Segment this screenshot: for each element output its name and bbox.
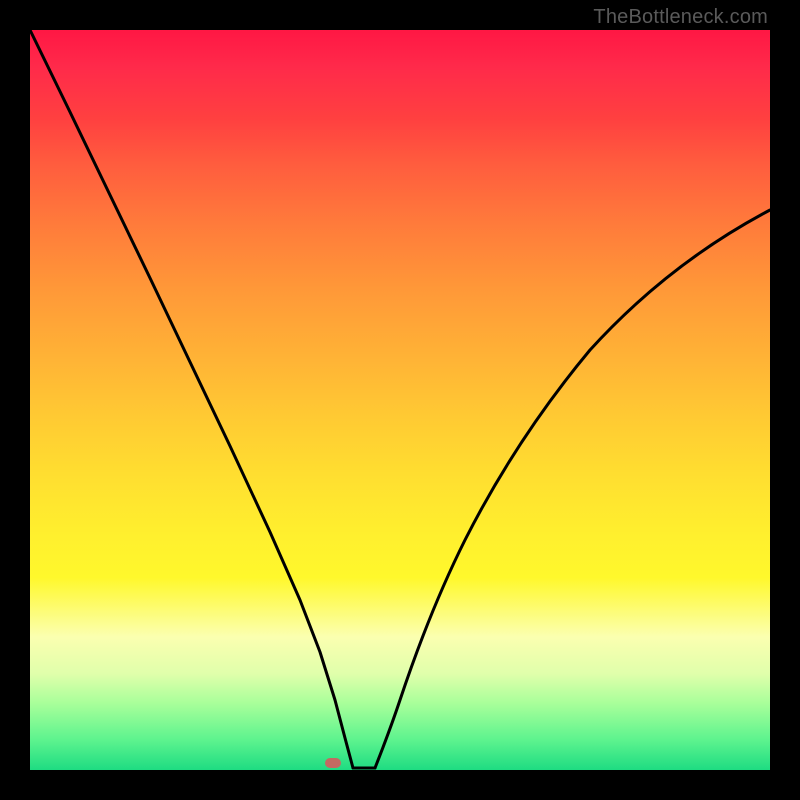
optimal-point-marker xyxy=(325,758,341,768)
bottleneck-curve xyxy=(30,30,770,770)
curve-left-branch xyxy=(30,30,353,768)
curve-right-branch xyxy=(375,210,770,768)
chart-frame: TheBottleneck.com xyxy=(0,0,800,800)
watermark-text: TheBottleneck.com xyxy=(593,6,768,29)
